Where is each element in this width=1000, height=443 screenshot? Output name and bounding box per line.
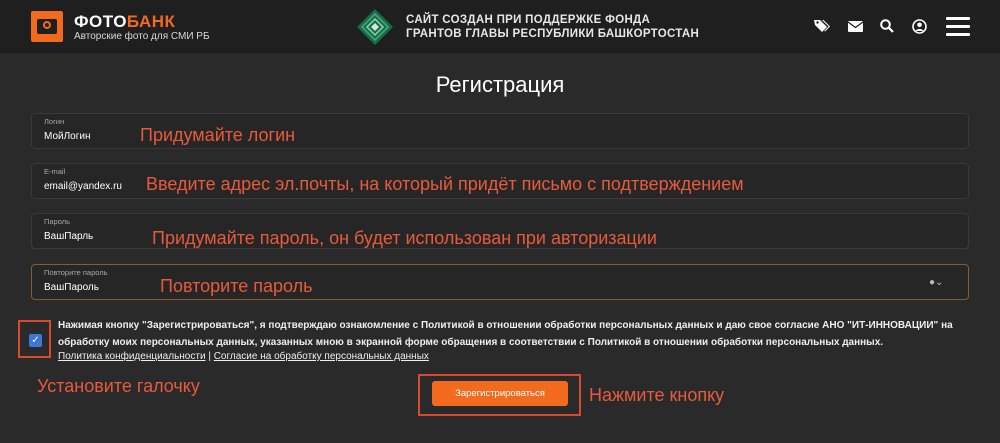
consent-text: Нажимая кнопку "Зарегистрироваться", я п… [58, 320, 953, 348]
consent-checkbox[interactable]: ✓ [29, 334, 42, 347]
data-agreement-link[interactable]: Согласие на обработку персональных данны… [214, 351, 429, 362]
email-label: E-mail [44, 167, 66, 176]
password-repeat-value[interactable]: ВашПароль [44, 282, 99, 293]
consent-links: Политика конфиденциальности | Согласие н… [58, 351, 429, 362]
login-hint: Придумайте логин [140, 125, 296, 145]
button-hint: Нажмите кнопку [589, 385, 725, 405]
site-header: ФОТОБАНК Авторские фото для СМИ РБ САЙТ … [0, 0, 1000, 53]
brand-title[interactable]: ФОТОБАНК [74, 12, 175, 32]
login-value[interactable]: МойЛогин [44, 131, 90, 142]
tags-icon[interactable] [812, 16, 832, 36]
fund-caption-line2: ГРАНТОВ ГЛАВЫ РЕСПУБЛИКИ БАШКОРТОСТАН [406, 28, 700, 40]
password-key-icon[interactable]: ●⌄ [929, 277, 943, 288]
password-repeat-label: Повторите пароль [44, 268, 108, 277]
email-value[interactable]: email@yandex.ru [44, 181, 122, 192]
camera-body [37, 19, 57, 34]
camera-lens [43, 21, 51, 29]
menu-icon[interactable] [946, 17, 970, 37]
password-hint: Придумайте пароль, он будет использован … [152, 228, 657, 248]
privacy-policy-link[interactable]: Политика конфиденциальности [58, 351, 206, 362]
fund-caption-line1: САЙТ СОЗДАН ПРИ ПОДДЕРЖКЕ ФОНДА [406, 14, 651, 26]
register-button[interactable]: Зарегистрироваться [432, 381, 568, 406]
password-value[interactable]: ВашПарль [44, 231, 93, 242]
email-hint: Введите адрес эл.почты, на который придё… [146, 174, 744, 194]
brand-subtitle: Авторские фото для СМИ РБ [74, 31, 210, 42]
links-separator: | [208, 351, 211, 362]
fund-caption: САЙТ СОЗДАН ПРИ ПОДДЕРЖКЕ ФОНДА ГРАНТОВ … [406, 13, 699, 41]
checkbox-hint: Установите галочку [37, 376, 200, 396]
search-icon[interactable] [877, 16, 897, 36]
camera-logo-icon[interactable] [31, 11, 63, 42]
password-label: Пароль [44, 217, 71, 226]
page-title: Регистрация [435, 72, 565, 97]
fund-logo-icon[interactable] [356, 8, 394, 46]
user-icon[interactable] [909, 16, 929, 36]
login-label: Логин [44, 117, 65, 126]
password-repeat-hint: Повторите пароль [160, 276, 313, 296]
envelope-icon[interactable] [845, 16, 865, 36]
